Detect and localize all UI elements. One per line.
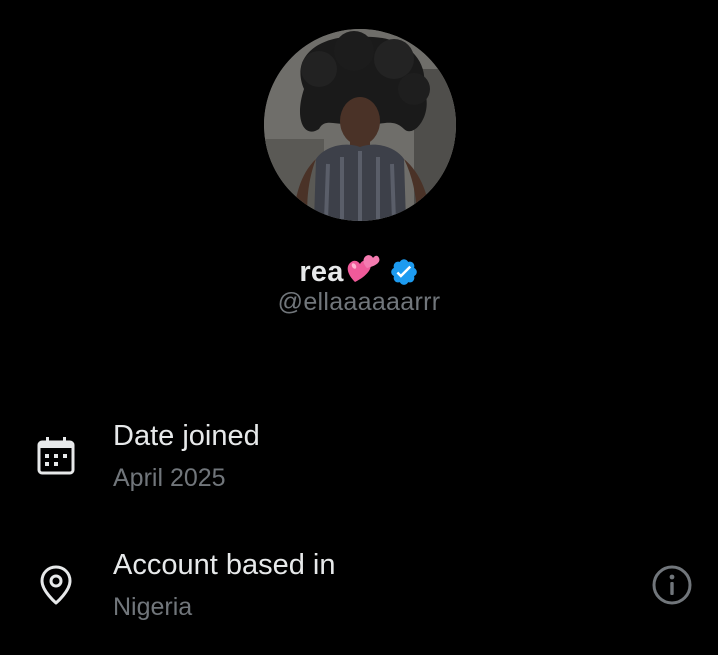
verified-badge-icon[interactable]	[389, 257, 419, 287]
profile-handle: @ellaaaaaarrr	[277, 288, 441, 316]
location-pin-icon	[32, 561, 80, 609]
info-icon[interactable]	[648, 561, 696, 609]
account-based-in-value: Nigeria	[113, 593, 193, 621]
account-based-in-label: Account based in	[113, 549, 336, 581]
date-joined-label: Date joined	[113, 420, 260, 452]
calendar-icon	[32, 432, 80, 480]
profile-avatar[interactable]	[264, 29, 456, 221]
display-name: rea	[299, 255, 344, 288]
account-based-in-row: Account based in Nigeria	[0, 543, 718, 639]
two-hearts-icon	[345, 252, 381, 288]
date-joined-value: April 2025	[113, 464, 226, 492]
profile-name-row: rea	[0, 252, 718, 292]
avatar-photo	[264, 29, 456, 221]
date-joined-row: Date joined April 2025	[0, 414, 718, 510]
